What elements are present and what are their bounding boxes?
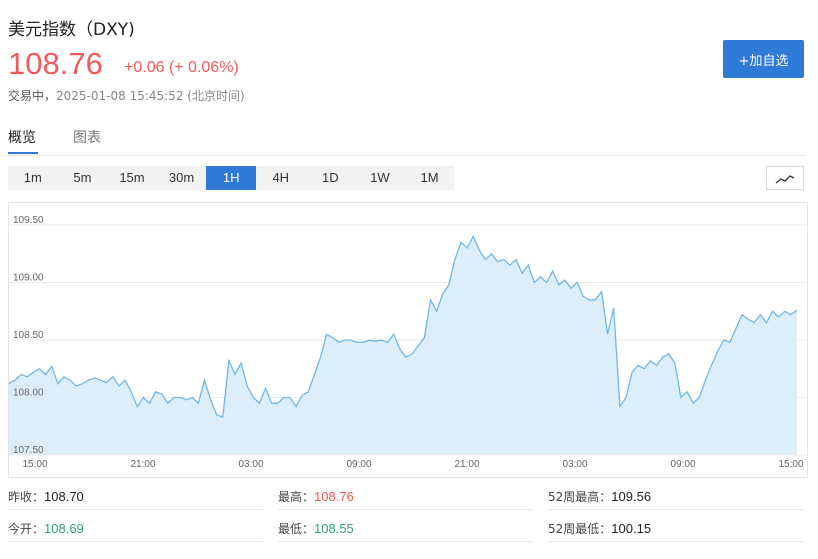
line-chart-icon bbox=[775, 175, 795, 184]
x-tick-label: 21:00 bbox=[454, 459, 479, 470]
prev-close-label: 昨收： bbox=[8, 490, 45, 504]
wk52-low-stat: 52周最低：100.15 bbox=[548, 520, 651, 537]
add-watchlist-button[interactable]: +加自选 bbox=[723, 40, 804, 78]
page-title: 美元指数（DXY) bbox=[8, 20, 135, 40]
tab-bar: 概览 图表 bbox=[0, 120, 806, 156]
current-price: 108.76 bbox=[8, 46, 103, 81]
x-tick-label: 03:00 bbox=[562, 459, 587, 470]
y-tick-label: 107.50 bbox=[13, 445, 44, 456]
interval-selector: 1m 5m 15m 30m 1H 4H 1D 1W 1M bbox=[8, 166, 455, 190]
high-label: 最高： bbox=[278, 490, 315, 504]
y-tick-label: 108.50 bbox=[13, 330, 44, 341]
interval-1d[interactable]: 1D bbox=[306, 166, 356, 190]
x-tick-label: 15:00 bbox=[778, 459, 803, 470]
x-tick-label: 15:00 bbox=[22, 459, 47, 470]
y-tick-label: 108.00 bbox=[13, 388, 44, 399]
divider bbox=[278, 541, 533, 542]
tab-chart[interactable]: 图表 bbox=[73, 127, 101, 147]
y-tick-label: 109.50 bbox=[13, 215, 44, 226]
chart-type-toggle-button[interactable] bbox=[766, 166, 804, 190]
price-chart: 109.50 109.00 108.50 108.00 107.50 15:00 21:00… bbox=[8, 202, 808, 478]
low-label: 最低： bbox=[278, 522, 315, 536]
open-stat: 今开：108.69 bbox=[8, 520, 84, 537]
divider bbox=[548, 541, 804, 542]
wk52-high-stat: 52周最高：109.56 bbox=[548, 488, 651, 505]
wk52-low-label: 52周最低： bbox=[548, 522, 612, 536]
low-stat: 最低：108.55 bbox=[278, 520, 354, 537]
interval-1m[interactable]: 1m bbox=[8, 166, 58, 190]
wk52-high-label: 52周最高： bbox=[548, 490, 612, 504]
high-stat: 最高：108.76 bbox=[278, 488, 354, 505]
stats-row-2: 今开：108.69 最低：108.55 52周最低：100.15 bbox=[0, 513, 806, 543]
x-tick-label: 09:00 bbox=[670, 459, 695, 470]
divider bbox=[8, 509, 263, 510]
x-tick-label: 09:00 bbox=[346, 459, 371, 470]
x-tick-label: 21:00 bbox=[130, 459, 155, 470]
stats-row-1: 昨收：108.70 最高：108.76 52周最高：109.56 bbox=[0, 481, 806, 511]
interval-15m[interactable]: 15m bbox=[107, 166, 157, 190]
open-label: 今开： bbox=[8, 522, 45, 536]
wk52-high-value: 109.56 bbox=[611, 489, 652, 504]
low-value: 108.55 bbox=[314, 521, 354, 536]
open-value: 108.69 bbox=[44, 521, 84, 536]
prev-close-value: 108.70 bbox=[44, 489, 84, 504]
y-tick-label: 109.00 bbox=[13, 273, 44, 284]
tab-overview[interactable]: 概览 bbox=[8, 127, 36, 147]
x-tick-label: 03:00 bbox=[238, 459, 263, 470]
high-value: 108.76 bbox=[314, 489, 354, 504]
status-timestamp: 2025-01-08 15:45:52 (北京时间) bbox=[56, 89, 245, 103]
divider bbox=[8, 541, 263, 542]
price-chart-svg: 109.50 109.00 108.50 108.00 107.50 15:00 21:00… bbox=[8, 215, 807, 470]
interval-1h[interactable]: 1H bbox=[206, 166, 256, 190]
divider bbox=[548, 509, 804, 510]
prev-close-stat: 昨收：108.70 bbox=[8, 488, 84, 505]
interval-1mo[interactable]: 1M bbox=[405, 166, 455, 190]
trading-status: 交易中，2025-01-08 15:45:52 (北京时间) bbox=[8, 87, 245, 104]
status-text: 交易中， bbox=[8, 89, 57, 103]
price-area-fill bbox=[9, 236, 797, 455]
divider bbox=[278, 509, 533, 510]
interval-4h[interactable]: 4H bbox=[256, 166, 306, 190]
interval-30m[interactable]: 30m bbox=[157, 166, 207, 190]
active-tab-underline bbox=[8, 152, 38, 154]
interval-5m[interactable]: 5m bbox=[58, 166, 108, 190]
price-change: +0.06 (+ 0.06%) bbox=[124, 59, 239, 76]
interval-1w[interactable]: 1W bbox=[355, 166, 405, 190]
wk52-low-value: 100.15 bbox=[611, 521, 652, 536]
